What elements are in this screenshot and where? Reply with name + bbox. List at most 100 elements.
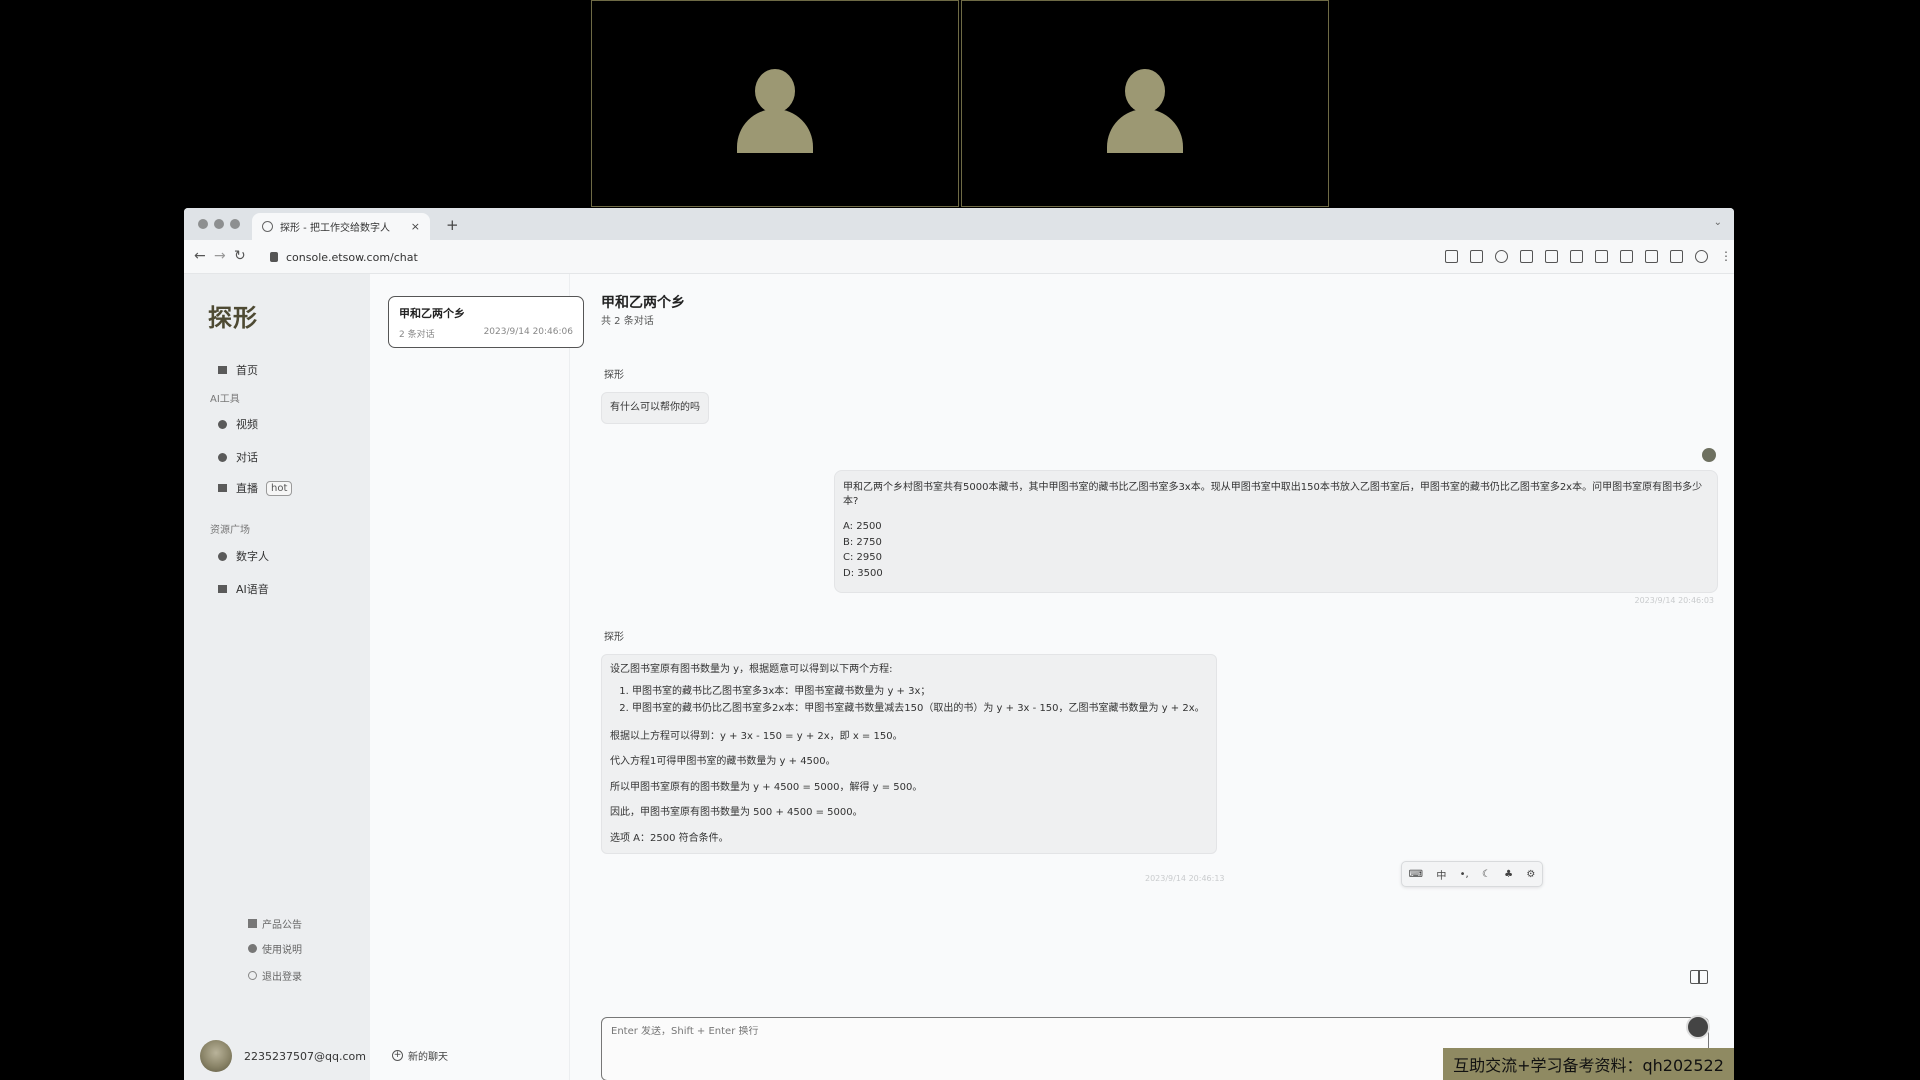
reload-button[interactable]: ↻ <box>234 249 246 263</box>
bot-answer: 设乙图书室原有图书数量为 y，根据题意可以得到以下两个方程: 甲图书室的藏书比乙… <box>601 654 1217 854</box>
person-icon <box>737 69 813 153</box>
user-message: 甲和乙两个乡村图书室共有5000本藏书，其中甲图书室的藏书比乙图书室多3x本。现… <box>834 470 1718 593</box>
answer-step-1: 根据以上方程可以得到：y + 3x - 150 = y + 2x，即 x = 1… <box>610 730 903 742</box>
user-email: 2235237507@qq.com <box>244 1049 366 1063</box>
nav-digital-human[interactable]: 数字人 <box>218 548 269 564</box>
profile-icon[interactable] <box>1695 250 1708 263</box>
settings-icon[interactable]: ⚙ <box>1526 869 1535 880</box>
logout-link[interactable]: 退出登录 <box>248 968 302 983</box>
conversation-item[interactable]: 甲和乙两个乡 2 条对话 2023/9/14 20:46:06 <box>388 296 584 348</box>
browser-window: 探形 - 把工作交给数字人 × + ⌄ ← → ↻ console.etsow.… <box>184 208 1734 1080</box>
answer-intro: 设乙图书室原有图书数量为 y，根据题意可以得到以下两个方程: <box>610 664 893 675</box>
nav-video[interactable]: 视频 <box>218 416 258 432</box>
conversation-title: 甲和乙两个乡 <box>399 307 465 320</box>
window-minimize-button[interactable] <box>214 219 224 229</box>
assistant-floating-avatar[interactable] <box>1686 1015 1710 1039</box>
nav-label: 直播 <box>236 482 258 495</box>
translate-icon[interactable] <box>1445 250 1458 263</box>
conversation-count: 2 条对话 <box>399 330 435 340</box>
extension-icon[interactable] <box>1520 250 1533 263</box>
chat-subtitle: 共 2 条对话 <box>601 316 654 327</box>
star-icon[interactable] <box>1495 250 1508 263</box>
option-b: B: 2750 <box>843 536 882 548</box>
nav-label: AI语音 <box>236 583 269 596</box>
book-icon[interactable] <box>1690 970 1708 984</box>
user-avatar-icon <box>1702 448 1716 462</box>
browser-tab-title: 探形 - 把工作交给数字人 <box>280 223 390 234</box>
extension-icon[interactable] <box>1570 250 1583 263</box>
nav-ai-voice[interactable]: AI语音 <box>218 581 269 597</box>
answer-step-4: 因此，甲图书室原有图书数量为 500 + 4500 = 5000。 <box>610 807 863 818</box>
message-input[interactable] <box>611 1026 1699 1037</box>
nav-chat[interactable]: 对话 <box>218 449 258 465</box>
answer-step-2: 代入方程1可得甲图书室的藏书数量为 y + 4500。 <box>610 756 836 767</box>
option-c: C: 2950 <box>843 552 882 563</box>
announcement-icon <box>248 919 257 928</box>
punctuation-toggle[interactable]: •, <box>1460 869 1469 880</box>
window-close-button[interactable] <box>198 219 208 229</box>
new-chat-label: 新的聊天 <box>408 1052 448 1063</box>
new-tab-button[interactable]: + <box>446 216 459 234</box>
watermark-banner: 互助交流+学习备考资料：qh202522 <box>1443 1048 1734 1080</box>
bot-sender-label: 探形 <box>604 370 624 381</box>
nav-label: 视频 <box>236 418 258 431</box>
answer-time: 2023/9/14 20:46:13 <box>1145 874 1225 883</box>
browser-toolbar: ← → ↻ console.etsow.com/chat ⋮ <box>184 240 1734 274</box>
url-text: console.etsow.com/chat <box>286 250 418 264</box>
option-a: A: 2500 <box>843 521 882 532</box>
nav-label: 首页 <box>236 364 258 377</box>
answer-conclusion: 选项 A：2500 符合条件。 <box>610 832 729 844</box>
manual-link[interactable]: 使用说明 <box>248 941 302 956</box>
chat-title: 甲和乙两个乡 <box>601 295 685 311</box>
new-chat-button[interactable]: + 新的聊天 <box>392 1048 448 1063</box>
share-icon[interactable] <box>1470 250 1483 263</box>
browser-tab-active[interactable]: 探形 - 把工作交给数字人 × <box>252 213 430 240</box>
sidebar-icon[interactable] <box>1670 250 1683 263</box>
link-label: 使用说明 <box>262 945 302 956</box>
user-message-time: 2023/9/14 20:46:03 <box>1634 596 1715 605</box>
bot-message: 有什么可以帮你的吗 <box>601 392 709 424</box>
back-button[interactable]: ← <box>194 249 206 263</box>
announcement-link[interactable]: 产品公告 <box>248 916 302 931</box>
globe-icon <box>262 221 273 232</box>
link-label: 退出登录 <box>262 972 302 983</box>
avatar[interactable] <box>200 1040 232 1072</box>
section-resources: 资源广场 <box>210 525 250 536</box>
ime-toolbar: ⌨ 中 •, ☾ ♣ ⚙ <box>1401 861 1543 887</box>
answer-step-3: 所以甲图书室原有的图书数量为 y + 4500 = 5000，解得 y = 50… <box>610 781 923 793</box>
speaker-icon <box>218 585 227 593</box>
moon-icon[interactable]: ☾ <box>1482 869 1491 880</box>
extension-icon[interactable] <box>1620 250 1633 263</box>
hot-badge: hot <box>266 480 293 496</box>
link-label: 产品公告 <box>262 920 302 931</box>
app-sidebar: 探形 首页 AI工具 视频 对话 直播 hot 资源广场 数字人 AI语音 产品公… <box>184 274 370 1080</box>
logout-icon <box>248 971 257 980</box>
video-tile-participant-1 <box>591 0 959 207</box>
chat-icon <box>218 452 227 462</box>
conversation-list: 甲和乙两个乡 2 条对话 2023/9/14 20:46:06 + 新的聊天 <box>370 274 584 1080</box>
answer-eq1: 甲图书室的藏书比乙图书室多3x本：甲图书室藏书数量为 y + 3x； <box>632 685 1208 699</box>
puzzle-icon[interactable] <box>1645 250 1658 263</box>
ime-language-toggle[interactable]: 中 <box>1436 867 1446 882</box>
chat-panel: 甲和乙两个乡 共 2 条对话 探形 有什么可以帮你的吗 甲和乙两个乡村图书室共有… <box>571 274 1734 1080</box>
address-bar[interactable]: console.etsow.com/chat <box>270 245 1570 269</box>
close-icon[interactable]: × <box>411 220 420 233</box>
nav-home[interactable]: 首页 <box>218 362 258 378</box>
nav-live[interactable]: 直播 hot <box>218 480 293 496</box>
digital-human-icon <box>218 551 227 561</box>
conversation-time: 2023/9/14 20:46:06 <box>483 327 573 337</box>
user-profile: 2235237507@qq.com <box>200 1040 366 1072</box>
plus-icon: + <box>392 1050 403 1061</box>
nav-label: 数字人 <box>236 550 269 563</box>
option-d: D: 3500 <box>843 567 883 579</box>
video-tile-participant-2 <box>961 0 1329 207</box>
window-maximize-button[interactable] <box>230 219 240 229</box>
extension-icon[interactable] <box>1595 250 1608 263</box>
keyboard-icon[interactable]: ⌨ <box>1409 869 1423 880</box>
app-logo[interactable]: 探形 <box>208 298 258 333</box>
forward-button[interactable]: → <box>214 249 226 263</box>
chevron-down-icon[interactable]: ⌄ <box>1714 217 1722 228</box>
more-icon[interactable]: ⋮ <box>1720 250 1732 263</box>
extension-icon[interactable] <box>1545 250 1558 263</box>
skin-icon[interactable]: ♣ <box>1504 869 1513 880</box>
